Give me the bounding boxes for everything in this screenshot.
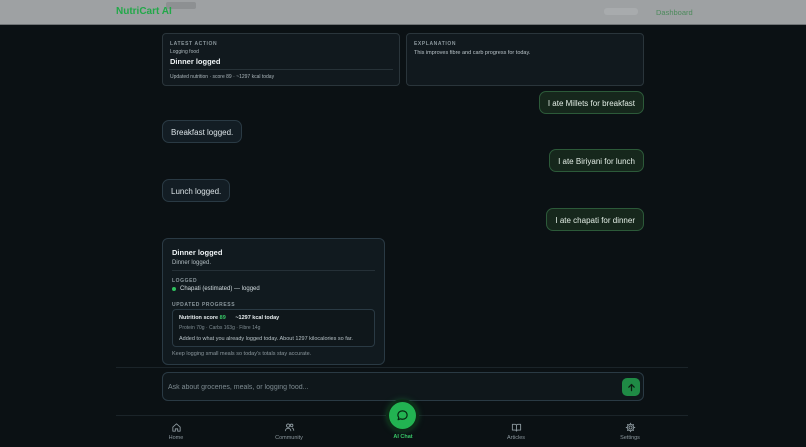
nav-community[interactable]: Community [259, 422, 319, 441]
progress-summary-box: Nutrition score 89 ~1297 kcal today Prot… [172, 309, 375, 347]
brand-logo-text[interactable]: NutriCart AI [116, 6, 172, 17]
assistant-message: Breakfast logged. [162, 120, 243, 143]
updated-progress-label: UPDATED PROGRESS [172, 302, 236, 308]
nutrition-score-value: 89 [219, 315, 226, 321]
explanation-card: EXPLANATION This improves fibre and carb… [406, 33, 644, 86]
nav-community-label: Community [275, 435, 303, 441]
nav-settings[interactable]: Settings [600, 422, 660, 441]
kcal-total: ~1297 kcal today [235, 315, 280, 321]
dinner-logged-card: Dinner logged Dinner logged. LOGGED Chap… [162, 238, 385, 365]
latest-action-kicker: LATEST ACTION [170, 41, 218, 47]
dinner-card-subtitle: Dinner logged. [172, 260, 212, 266]
status-dot-icon [172, 287, 176, 291]
user-message: I ate Biriyani for lunch [549, 149, 644, 172]
users-icon [284, 423, 294, 432]
assistant-message: Lunch logged. [162, 179, 231, 202]
home-icon [171, 423, 181, 432]
card-divider [172, 270, 375, 271]
nav-home[interactable]: Home [146, 422, 206, 441]
nav-ai-chat-label: AI Chat [393, 434, 413, 440]
composer-divider [116, 367, 688, 368]
user-message: I ate chapati for dinner [546, 208, 644, 231]
nav-articles-label: Articles [506, 435, 526, 441]
logged-item-text: Chapati (estimated) — logged [180, 286, 260, 292]
book-open-icon [511, 423, 521, 432]
dashboard-link[interactable]: Dashboard [656, 8, 693, 17]
explanation-body: This improves fibre and carb progress fo… [414, 50, 531, 56]
chat-composer [162, 372, 644, 401]
card-divider [169, 69, 393, 70]
dinner-card-title: Dinner logged [172, 248, 223, 257]
latest-action-card: LATEST ACTION Logging food Dinner logged… [162, 33, 400, 86]
progress-note: Added to what you already logged today. … [179, 336, 353, 342]
macros-summary: Protein 70g · Carbs 163g · Fibre 14g [179, 325, 261, 331]
top-bar: NutriCart AI Dashboard [0, 0, 806, 25]
nav-settings-label: Settings [620, 435, 640, 441]
latest-action-subtitle: Logging food [170, 49, 199, 55]
arrow-up-icon [627, 383, 635, 391]
latest-action-meta: Updated nutrition · score 89 · ~1297 kca… [170, 74, 275, 80]
blurred-nav-item [604, 8, 638, 15]
send-button[interactable] [622, 378, 640, 396]
chat-input[interactable] [168, 379, 608, 395]
dinner-card-footer: Keep logging small meals so today's tota… [172, 351, 312, 357]
logged-item: Chapati (estimated) — logged [172, 286, 260, 292]
nutrition-score-label: Nutrition score [179, 315, 219, 321]
nav-home-label: Home [168, 435, 184, 441]
gear-icon [625, 422, 635, 433]
user-message: I ate Millets for breakfast [538, 91, 644, 114]
chat-bubble-icon [397, 410, 408, 421]
ai-chat-button[interactable] [389, 402, 416, 429]
explanation-kicker: EXPLANATION [414, 41, 457, 47]
logged-label: LOGGED [172, 278, 198, 284]
nav-articles[interactable]: Articles [486, 422, 546, 441]
progress-headline: Nutrition score 89 ~1297 kcal today [179, 315, 279, 321]
latest-action-title: Dinner logged [170, 57, 221, 66]
